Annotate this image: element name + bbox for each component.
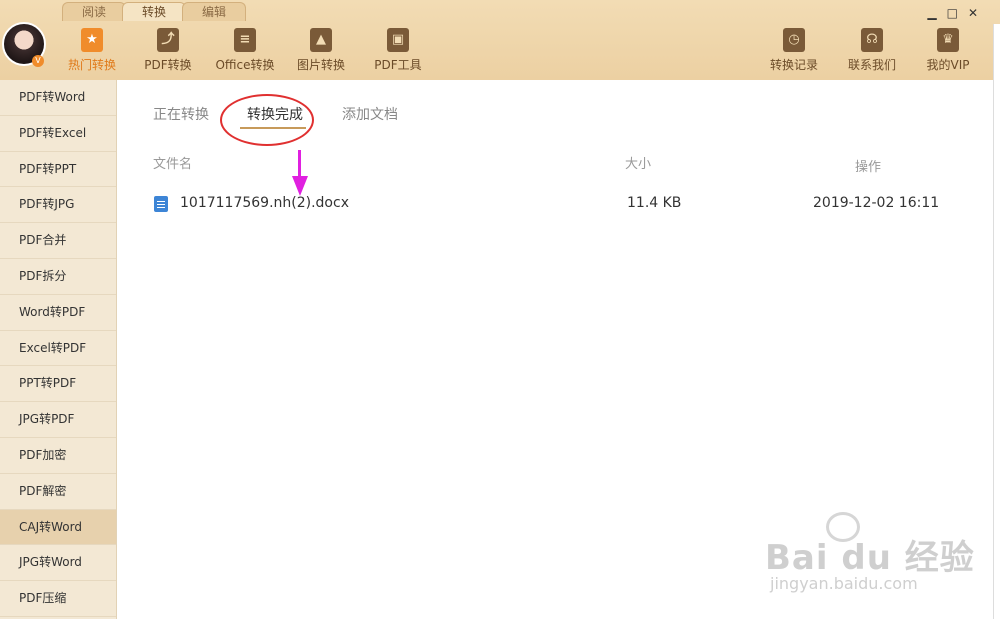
file-date: 2019-12-02 16:11 <box>813 195 940 211</box>
headset-icon: ☊ <box>861 28 883 52</box>
window-controls: ▁ □ ✕ <box>927 6 978 20</box>
image-icon: ▲ <box>310 28 332 52</box>
watermark-logo: Bai du 经验 <box>765 538 975 578</box>
tab-add-document[interactable]: 添加文档 <box>342 104 398 124</box>
sidebar-item-ppt-to-pdf[interactable]: PPT转PDF <box>0 366 116 403</box>
sidebar-item-pdf-to-ppt[interactable]: PDF转PPT <box>0 152 116 188</box>
file-name[interactable]: 1017117569.nh(2).docx <box>180 195 349 211</box>
sidebar: PDF转Word PDF转Excel PDF转PPT PDF转JPG PDF合并… <box>0 80 117 619</box>
sidebar-item-pdf-to-jpg[interactable]: PDF转JPG <box>0 187 116 224</box>
toolbar-label: 热门转换 <box>67 58 116 72</box>
mode-tabs: 阅读 转换 编辑 <box>62 2 246 22</box>
tab-convert[interactable]: 转换 <box>122 2 186 21</box>
toolbar-label: 联系我们 <box>847 58 896 72</box>
toolbar-label: PDF工具 <box>374 58 422 72</box>
magenta-arrow-head <box>292 176 308 196</box>
sidebar-item-pdf-to-word[interactable]: PDF转Word <box>0 80 116 116</box>
background-window-edge <box>993 24 1000 619</box>
sidebar-item-pdf-decrypt[interactable]: PDF解密 <box>0 474 116 510</box>
table-row[interactable]: 1017117569.nh(2).docx 11.4 KB 2019-12-02… <box>117 188 993 218</box>
sidebar-item-jpg-to-word[interactable]: JPG转Word <box>0 545 116 582</box>
toolbar-label: 我的VIP <box>926 58 970 72</box>
star-icon: ★ <box>81 28 103 52</box>
toolbar-label: Office转换 <box>215 58 275 72</box>
tab-read[interactable]: 阅读 <box>62 2 126 21</box>
sidebar-item-excel-to-pdf[interactable]: Excel转PDF <box>0 331 116 367</box>
toolbar-label: 图片转换 <box>296 58 345 72</box>
tab-converting[interactable]: 正在转换 <box>153 104 209 124</box>
toolbar-contact[interactable]: ☊ 联系我们 <box>832 28 912 73</box>
column-header-action: 操作 <box>855 160 882 175</box>
pdf-icon: ⤴ <box>157 28 179 52</box>
sidebar-item-pdf-compress[interactable]: PDF压缩 <box>0 581 116 617</box>
column-header-size: 大小 <box>625 157 652 172</box>
watermark-url: jingyan.baidu.com <box>770 574 918 593</box>
app-header: 阅读 转换 编辑 ▁ □ ✕ V ★ 热门转换 ⤴ PDF转换 ≡ Office… <box>0 0 1000 81</box>
sidebar-item-caj-to-word[interactable]: CAJ转Word <box>0 509 116 546</box>
tab-edit[interactable]: 编辑 <box>182 2 246 21</box>
vip-badge: V <box>32 55 44 67</box>
toolbar-vip[interactable]: ♛ 我的VIP <box>908 28 988 73</box>
toolbar-label: 转换记录 <box>769 58 818 72</box>
word-file-icon <box>154 196 168 212</box>
toolbar-hot-convert[interactable]: ★ 热门转换 <box>52 28 132 73</box>
red-highlight-circle <box>220 94 314 146</box>
column-header-name: 文件名 <box>153 157 193 172</box>
sidebar-item-word-to-pdf[interactable]: Word转PDF <box>0 295 116 331</box>
close-icon[interactable]: ✕ <box>968 6 978 20</box>
toolbar-image-convert[interactable]: ▲ 图片转换 <box>281 28 361 73</box>
sidebar-item-pdf-to-excel[interactable]: PDF转Excel <box>0 116 116 152</box>
document-icon: ≡ <box>234 28 256 52</box>
sidebar-item-jpg-to-pdf[interactable]: JPG转PDF <box>0 402 116 438</box>
toolbar-pdf-tools[interactable]: ▣ PDF工具 <box>358 28 438 73</box>
maximize-icon[interactable]: □ <box>947 6 958 20</box>
toolbar-label: PDF转换 <box>144 58 192 72</box>
sidebar-item-pdf-encrypt[interactable]: PDF加密 <box>0 438 116 474</box>
toolbar-pdf-convert[interactable]: ⤴ PDF转换 <box>128 28 208 73</box>
minimize-icon[interactable]: ▁ <box>927 6 936 20</box>
sidebar-item-pdf-split[interactable]: PDF拆分 <box>0 259 116 295</box>
clock-icon: ◷ <box>783 28 805 52</box>
toolbox-icon: ▣ <box>387 28 409 52</box>
file-size: 11.4 KB <box>627 195 682 211</box>
toolbar-office-convert[interactable]: ≡ Office转换 <box>205 28 285 73</box>
crown-icon: ♛ <box>937 28 959 52</box>
sidebar-item-pdf-merge[interactable]: PDF合并 <box>0 223 116 259</box>
toolbar-history[interactable]: ◷ 转换记录 <box>754 28 834 73</box>
